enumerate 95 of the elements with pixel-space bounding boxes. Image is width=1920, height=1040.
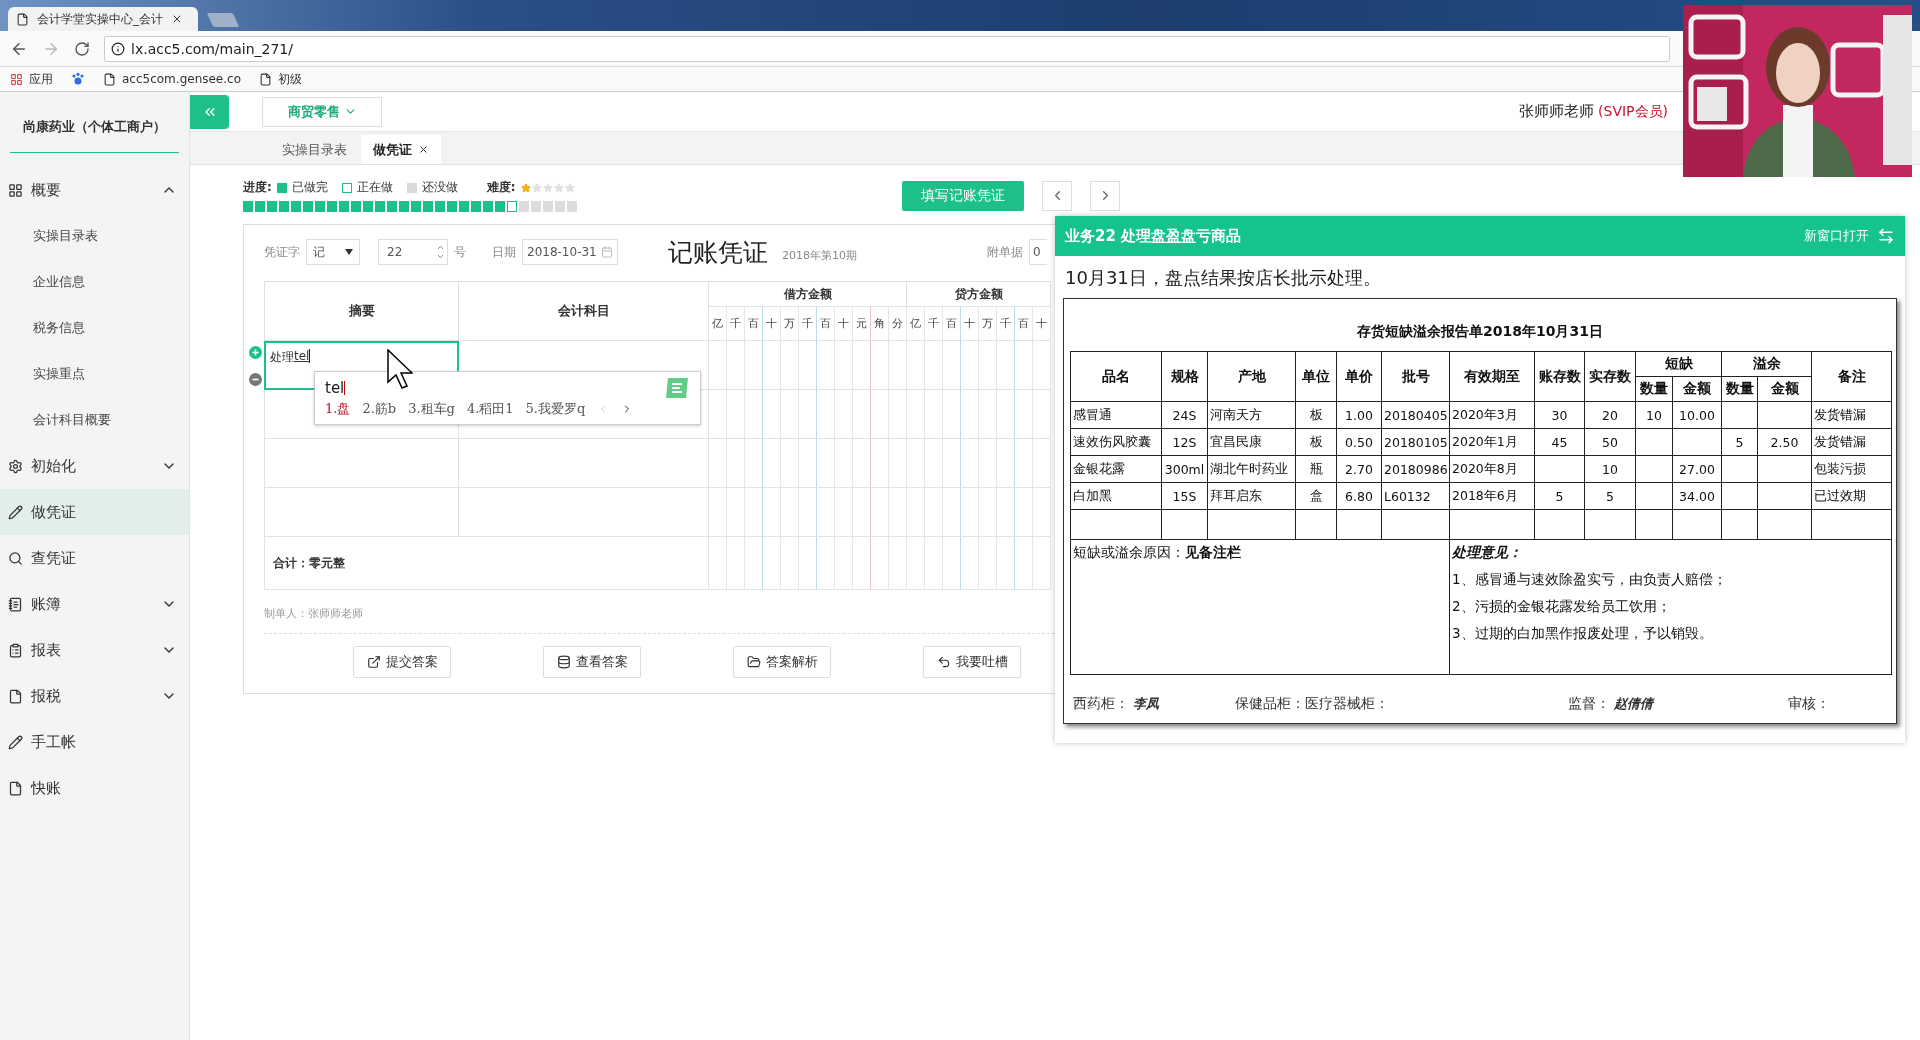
tab-title: 会计学堂实操中心_会计 <box>37 10 163 28</box>
handwritten-signature: 李凤 <box>1133 695 1159 713</box>
column-header: 摘要 <box>264 281 459 341</box>
table-cell: 45 <box>1534 428 1585 456</box>
table-cell: 湖北午时药业 <box>1207 455 1296 483</box>
table-cell: 2020年3月 <box>1449 401 1535 429</box>
table-cell: 2020年8月 <box>1449 455 1535 483</box>
signature-label: 保健品柜：医疗器械柜： <box>1235 695 1389 713</box>
table-cell: 速效伤风胶囊 <box>1070 428 1162 456</box>
table-header: 金额 <box>1672 376 1722 402</box>
difficulty-label: 难度: <box>486 179 516 196</box>
table-cell: 拜耳启东 <box>1207 482 1296 510</box>
table-header: 备注 <box>1811 351 1892 402</box>
table-header: 有效期至 <box>1449 351 1535 402</box>
table-cell: 河南天方 <box>1207 401 1296 429</box>
handwritten-signature: 赵倩倩 <box>1614 695 1653 713</box>
table-cell: 2.50 <box>1757 428 1812 456</box>
table-cell: 5 <box>1534 482 1585 510</box>
total-text: 合计：零元整 <box>273 554 345 572</box>
reason-text: 短缺或溢余原因：见备注栏 <box>1073 544 1241 560</box>
table-cell: 20180986 <box>1381 455 1450 483</box>
table-header: 短缺 <box>1635 351 1722 377</box>
field-label: 号 <box>454 243 466 261</box>
table-cell: 27.00 <box>1672 455 1722 483</box>
table-cell: 板 <box>1295 428 1337 456</box>
table-header: 单价 <box>1336 351 1382 402</box>
table-cell: 已过效期 <box>1811 482 1892 510</box>
table-header: 数量 <box>1635 376 1673 402</box>
table-header: 实存数 <box>1584 351 1636 402</box>
progress-label: 进度: <box>243 179 272 196</box>
company-name: 尚康药业（个体工商户） <box>10 92 179 153</box>
table-cell: 300ml <box>1161 455 1208 483</box>
maker-text: 制单人：张师师老师 <box>264 606 364 621</box>
table-header: 批号 <box>1381 351 1450 402</box>
membership-label: (SVIP会员) <box>1598 102 1668 121</box>
table-cell: 盒 <box>1295 482 1337 510</box>
field-label: 附单据 <box>987 243 1023 261</box>
table-header: 数量 <box>1721 376 1758 402</box>
table-header: 品名 <box>1070 351 1162 402</box>
table-cell: 发货错漏 <box>1811 428 1892 456</box>
column-header: 贷方金额 <box>907 282 1051 307</box>
table-cell: 15S <box>1161 482 1208 510</box>
table-cell: 6.80 <box>1336 482 1382 510</box>
signature-label: 监督： <box>1568 695 1610 713</box>
table-cell: 10.00 <box>1672 401 1722 429</box>
opinion-line: 1、感冒通与速效除盈实亏，由负责人赔偿； <box>1452 571 1728 589</box>
table-cell: 发货错漏 <box>1811 401 1892 429</box>
legend-label: 还没做 <box>421 179 458 196</box>
user-name: 张师师老师 <box>1519 102 1595 121</box>
table-cell: 白加黑 <box>1070 482 1162 510</box>
opinion-line: 3、过期的白加黑作报废处理，予以销毁。 <box>1452 625 1714 643</box>
table-cell: L60132 <box>1381 482 1450 510</box>
table-cell: 1.00 <box>1336 401 1382 429</box>
opinion-title: 处理意见： <box>1452 544 1523 562</box>
period-label: 2018年第10期 <box>782 247 857 263</box>
table-cell: 20180105 <box>1381 428 1450 456</box>
table-cell: 24S <box>1161 401 1208 429</box>
table-cell: 包装污损 <box>1811 455 1892 483</box>
column-header: 会计科目 <box>459 281 709 341</box>
table-cell: 板 <box>1295 401 1337 429</box>
table-header: 溢余 <box>1721 351 1812 377</box>
column-header: 借方金额 <box>709 282 907 307</box>
table-cell: 20 <box>1584 401 1636 429</box>
signature-label: 西药柜： <box>1073 695 1129 713</box>
table-cell: 20180405 <box>1381 401 1450 429</box>
table-cell: 感冒通 <box>1070 401 1162 429</box>
table-cell: 2018年6月 <box>1449 482 1535 510</box>
table-cell: 宜昌民康 <box>1207 428 1296 456</box>
table-cell: 金银花露 <box>1070 455 1162 483</box>
table-cell: 10 <box>1584 455 1636 483</box>
table-cell: 50 <box>1584 428 1636 456</box>
legend-label: 正在做 <box>356 179 393 196</box>
table-cell: 34.00 <box>1672 482 1722 510</box>
task-description: 10月31日，盘点结果按店长批示处理。 <box>1064 266 1382 290</box>
field-label: 日期 <box>492 243 516 261</box>
table-cell: 5 <box>1721 428 1758 456</box>
table-header: 账存数 <box>1534 351 1585 402</box>
signature-label: 审核： <box>1788 695 1830 713</box>
voucher-title: 记账凭证 <box>668 236 768 269</box>
table-header: 规格 <box>1161 351 1208 402</box>
table-cell: 0.50 <box>1336 428 1382 456</box>
table-cell: 5 <box>1584 482 1636 510</box>
table-cell: 2.70 <box>1336 455 1382 483</box>
task-title: 业务22 处理盘盈盘亏商品 <box>1065 226 1243 246</box>
table-header: 单位 <box>1295 351 1337 402</box>
table-cell: 2020年1月 <box>1449 428 1535 456</box>
opinion-line: 2、污损的金银花露发给员工饮用； <box>1452 598 1672 616</box>
table-cell: 30 <box>1534 401 1585 429</box>
report-title: 存货短缺溢余报告单2018年10月31日 <box>1356 323 1604 341</box>
table-cell: 12S <box>1161 428 1208 456</box>
legend-label: 已做完 <box>291 179 328 196</box>
table-cell: 10 <box>1635 401 1673 429</box>
field-label: 凭证字 <box>264 243 300 261</box>
table-header: 产地 <box>1207 351 1296 402</box>
table-cell: 瓶 <box>1295 455 1337 483</box>
